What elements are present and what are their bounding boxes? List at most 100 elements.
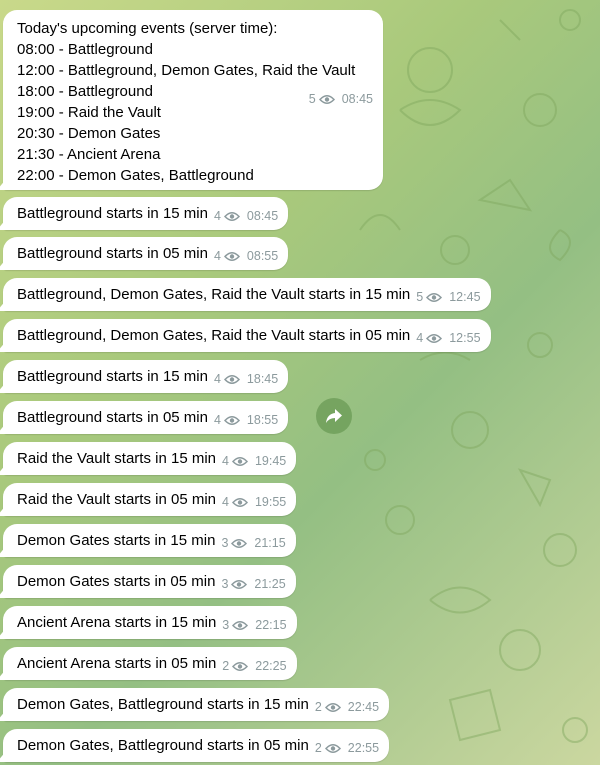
message-time: 12:45 [449,290,481,304]
starts-in-text: starts in [114,491,167,508]
minutes-remaining: 15 min [365,286,411,303]
starts-in-text: starts in [113,532,167,549]
minutes-remaining: 15 min [171,614,217,631]
event-reminder-message[interactable]: Demon Gates, Battleground starts in 05 m… [3,729,390,762]
event-reminder-message[interactable]: Raid the Vault starts in 05 min 4 19:55 [3,483,297,516]
view-count: 4 [213,372,221,386]
minutes-remaining: 05 min [170,491,217,508]
event-name: Battleground [17,245,103,262]
starts-in-text: starts in [106,409,159,426]
view-count: 4 [222,495,229,509]
event-reminder-message[interactable]: Demon Gates, Battleground starts in 15 m… [3,688,390,721]
minutes-remaining: 15 min [263,696,309,713]
message-time: 22:45 [347,700,380,714]
starts-in-text: starts in [207,696,260,713]
starts-in-text: starts in [106,245,159,262]
eye-icon [324,703,341,712]
starts-in-text: starts in [106,368,159,385]
eye-icon [223,416,240,425]
message-time: 21:15 [254,536,286,550]
message-meta: 4 18:55 [214,410,278,431]
view-count: 4 [213,249,221,263]
message-time: 22:15 [255,618,287,632]
event-reminder-message[interactable]: Ancient Arena starts in 15 min 3 22:15 [3,606,297,639]
minutes-remaining: 05 min [263,737,309,754]
starts-in-text: starts in [114,450,167,467]
message-feed[interactable]: Today's upcoming events (server time): 0… [0,0,600,765]
message-meta: 5 08:45 [309,13,373,186]
view-count: 3 [221,536,229,550]
eye-icon [231,539,248,548]
view-count: 5 [416,290,424,304]
minutes-remaining: 05 min [171,655,217,672]
event-name: Ancient Arena [17,614,111,631]
message-time: 08:45 [341,92,373,106]
event-name: Battleground [17,205,103,222]
starts-in-text: starts in [308,286,362,303]
view-count: 3 [222,618,230,632]
event-reminder-message[interactable]: Ancient Arena starts in 05 min 2 22:25 [3,647,297,680]
starts-in-text: starts in [106,205,159,222]
message-time: 08:55 [246,249,279,263]
message-time: 19:55 [254,495,287,509]
view-count: 4 [416,331,424,345]
message-meta: 2 22:45 [315,697,379,718]
message-time: 12:55 [449,331,481,345]
minutes-remaining: 15 min [170,532,216,549]
event-name: Demon Gates [17,532,110,549]
event-reminder-message[interactable]: Battleground starts in 15 min 4 18:45 [3,360,289,393]
eye-icon [231,457,248,466]
message-time: 21:25 [254,577,286,591]
message-meta: 4 12:55 [416,328,480,349]
starts-in-text: starts in [308,327,362,344]
starts-in-text: starts in [114,614,168,631]
event-name: Demon Gates [17,573,110,590]
message-time: 18:55 [246,413,279,427]
event-name: Battleground, Demon Gates, Raid the Vaul… [17,327,305,344]
daily-schedule-message[interactable]: Today's upcoming events (server time): 0… [3,10,383,190]
forward-button[interactable] [316,398,352,434]
message-meta: 4 08:45 [214,206,278,227]
view-count: 4 [222,454,229,468]
view-count: 2 [314,741,322,755]
view-count: 2 [222,659,230,673]
view-count: 3 [221,577,229,591]
event-name: Battleground [17,368,103,385]
message-meta: 4 19:55 [222,492,286,513]
event-reminder-message[interactable]: Battleground, Demon Gates, Raid the Vaul… [3,319,491,352]
message-meta: 3 21:15 [221,533,285,554]
event-reminder-message[interactable]: Battleground starts in 05 min 4 08:55 [3,237,289,270]
view-count: 5 [308,92,316,106]
message-meta: 2 22:25 [222,656,286,677]
view-count: 2 [314,700,322,714]
message-time: 18:45 [246,372,279,386]
message-time: 22:55 [347,741,380,755]
event-reminder-message[interactable]: Raid the Vault starts in 15 min 4 19:45 [3,442,297,475]
message-meta: 4 19:45 [222,451,286,472]
message-meta: 3 22:15 [222,615,286,636]
eye-icon [231,580,248,589]
eye-icon [232,621,249,630]
event-name: Raid the Vault [17,450,111,467]
message-meta: 4 08:55 [214,246,278,267]
message-time: 08:45 [246,209,279,223]
event-name: Demon Gates, Battleground [17,737,203,754]
message-time: 19:45 [254,454,287,468]
eye-icon [426,293,443,302]
event-reminder-message[interactable]: Demon Gates starts in 05 min 3 21:25 [3,565,296,598]
message-meta: 3 21:25 [221,574,285,595]
event-name: Ancient Arena [17,655,111,672]
eye-icon [426,334,443,343]
view-count: 4 [213,209,221,223]
event-reminder-message[interactable]: Demon Gates starts in 15 min 3 21:15 [3,524,296,557]
eye-icon [318,95,335,104]
message-meta: 2 22:55 [315,738,379,759]
event-reminder-message[interactable]: Battleground starts in 05 min 4 18:55 [3,401,289,434]
event-reminder-message[interactable]: Battleground, Demon Gates, Raid the Vaul… [3,278,491,311]
starts-in-text: starts in [113,573,167,590]
eye-icon [324,744,341,753]
event-reminder-message[interactable]: Battleground starts in 15 min 4 08:45 [3,197,289,230]
event-name: Raid the Vault [17,491,111,508]
event-name: Battleground, Demon Gates, Raid the Vaul… [17,286,305,303]
message-meta: 4 18:45 [214,369,278,390]
